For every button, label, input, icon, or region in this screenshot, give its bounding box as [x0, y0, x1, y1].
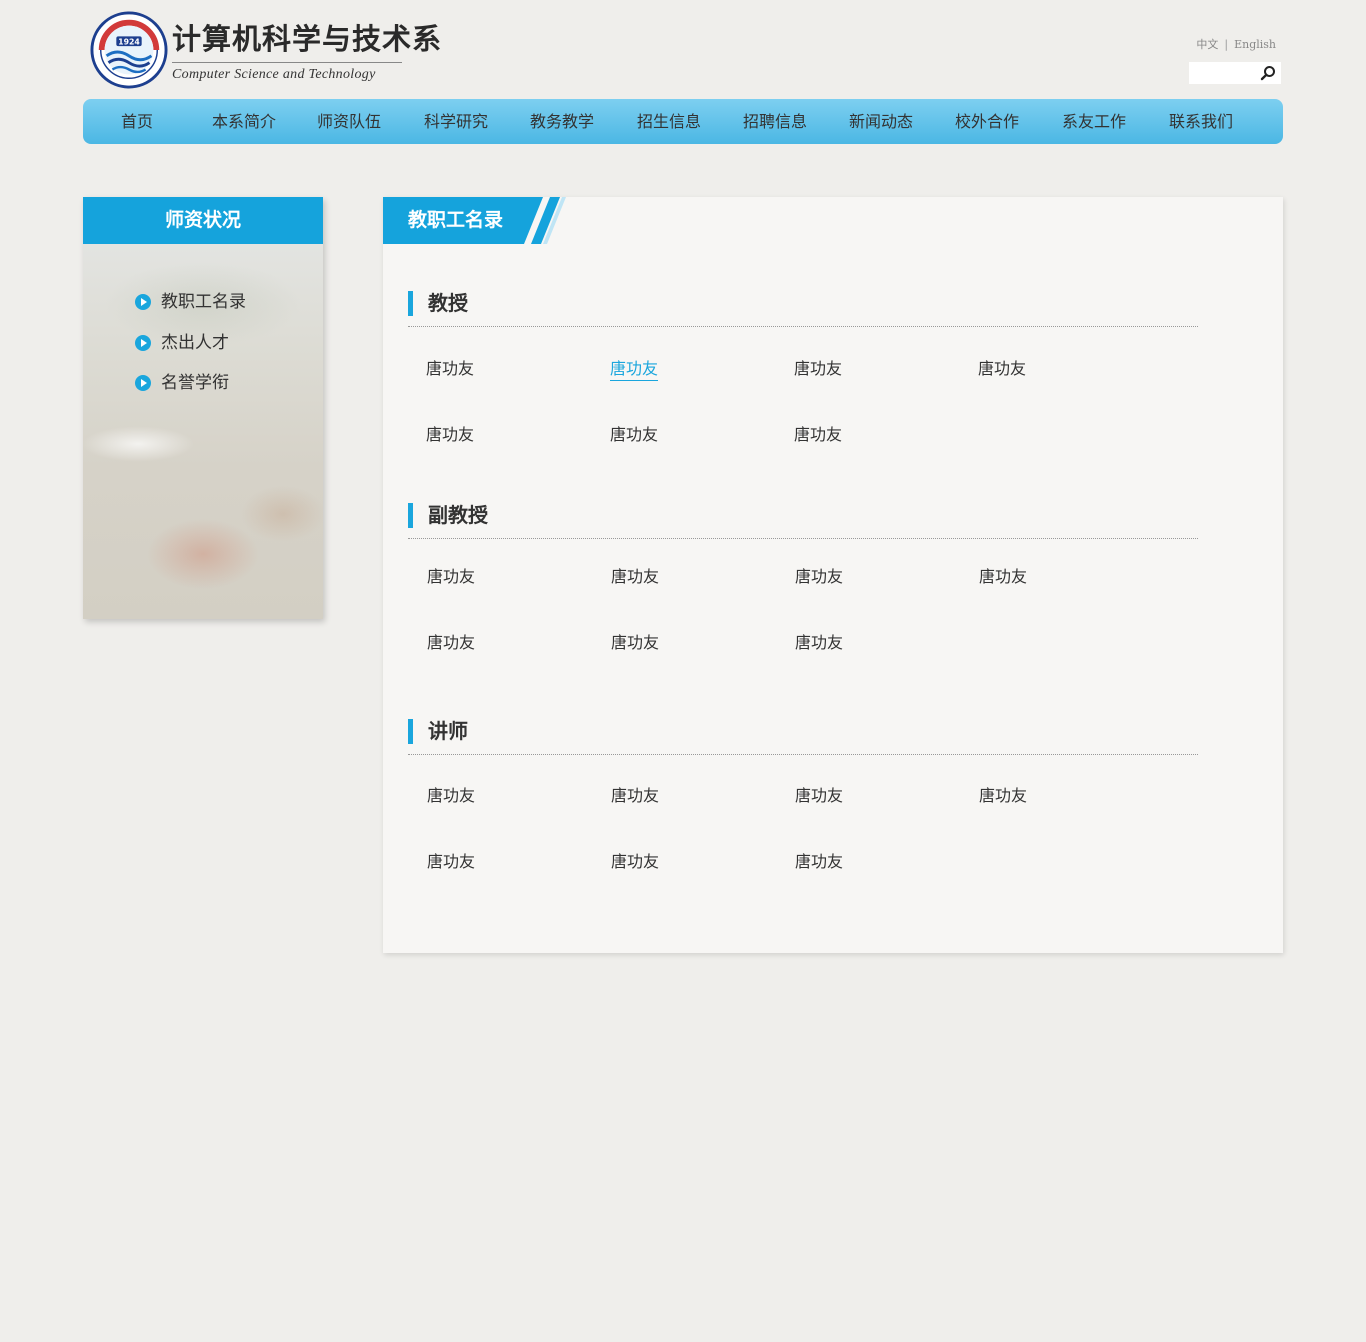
- section-professor: 教授 唐功友 唐功友 唐功友 唐功友 唐功友 唐功友 唐功友: [408, 291, 1198, 471]
- faculty-name-link[interactable]: 唐功友: [610, 424, 658, 446]
- search-box: [1189, 62, 1281, 85]
- faculty-name-link[interactable]: 唐功友: [427, 851, 475, 873]
- section-divider: [408, 326, 1198, 327]
- sidebar: 师资状况 教职工名录 杰出人才 名誉学衔: [83, 197, 323, 619]
- content-panel: 教职工名录 教授 唐功友 唐功友 唐功友 唐功友 唐功友 唐功友 唐功友 副教授…: [383, 197, 1283, 953]
- faculty-name-link[interactable]: 唐功友: [794, 358, 842, 380]
- faculty-name-link[interactable]: 唐功友: [611, 632, 659, 654]
- university-seal-icon: 1924: [90, 11, 168, 89]
- section-marker: [408, 719, 413, 744]
- language-switcher: 中文 | English: [1196, 36, 1276, 52]
- section-divider: [408, 538, 1198, 539]
- faculty-name-link[interactable]: 唐功友: [427, 785, 475, 807]
- faculty-name-link[interactable]: 唐功友: [795, 632, 843, 654]
- section-title: 讲师: [428, 719, 468, 743]
- content-tab: 教职工名录: [383, 197, 573, 244]
- sidebar-campus-image: 教职工名录 杰出人才 名誉学衔: [83, 244, 323, 619]
- lang-separator: |: [1224, 38, 1229, 51]
- nav-item-news[interactable]: 新闻动态: [849, 99, 913, 144]
- faculty-name-link[interactable]: 唐功友: [979, 785, 1027, 807]
- nav-item-cooperation[interactable]: 校外合作: [955, 99, 1019, 144]
- faculty-name-link[interactable]: 唐功友: [426, 424, 474, 446]
- search-icon[interactable]: [1259, 64, 1277, 82]
- main-nav: 首页 本系简介 师资队伍 科学研究 教务教学 招生信息 招聘信息 新闻动态 校外…: [83, 99, 1283, 144]
- play-bullet-icon: [135, 294, 151, 310]
- section-marker: [408, 291, 413, 316]
- site-logo[interactable]: 1924 计算机科学与技术系 Computer Science and Tech…: [90, 10, 441, 90]
- sidebar-item-label: 名誉学衔: [161, 373, 229, 393]
- faculty-name-link[interactable]: 唐功友: [427, 566, 475, 588]
- faculty-name-link[interactable]: 唐功友: [611, 566, 659, 588]
- play-bullet-icon: [135, 375, 151, 391]
- nav-item-research[interactable]: 科学研究: [424, 99, 488, 144]
- sidebar-item-label: 杰出人才: [161, 333, 229, 353]
- faculty-name-link[interactable]: 唐功友: [979, 566, 1027, 588]
- nav-item-admission[interactable]: 招生信息: [637, 99, 701, 144]
- faculty-name-link[interactable]: 唐功友: [611, 785, 659, 807]
- nav-item-alumni[interactable]: 系友工作: [1062, 99, 1126, 144]
- faculty-name-link[interactable]: 唐功友: [978, 358, 1026, 380]
- search-input[interactable]: [1189, 62, 1255, 85]
- nav-item-recruitment[interactable]: 招聘信息: [743, 99, 807, 144]
- logo-title-en: Computer Science and Technology: [172, 67, 376, 82]
- lang-cn-link[interactable]: 中文: [1196, 36, 1218, 52]
- faculty-name-link[interactable]: 唐功友: [795, 785, 843, 807]
- section-lecturer: 讲师 唐功友 唐功友 唐功友 唐功友 唐功友 唐功友 唐功友: [408, 719, 1198, 889]
- faculty-name-link[interactable]: 唐功友: [795, 566, 843, 588]
- logo-divider: [172, 62, 402, 63]
- faculty-name-link[interactable]: 唐功友: [610, 358, 659, 381]
- play-bullet-icon: [135, 335, 151, 351]
- nav-item-teaching[interactable]: 教务教学: [530, 99, 594, 144]
- section-marker: [408, 503, 413, 528]
- nav-item-about[interactable]: 本系简介: [212, 99, 276, 144]
- faculty-name-link[interactable]: 唐功友: [426, 358, 474, 380]
- content-tab-title: 教职工名录: [408, 209, 504, 231]
- nav-item-home[interactable]: 首页: [121, 99, 153, 144]
- faculty-name-link[interactable]: 唐功友: [795, 851, 843, 873]
- section-associate-professor: 副教授 唐功友 唐功友 唐功友 唐功友 唐功友 唐功友 唐功友: [408, 503, 1198, 673]
- faculty-name-link[interactable]: 唐功友: [611, 851, 659, 873]
- lang-en-link[interactable]: English: [1234, 38, 1276, 51]
- sidebar-title: 师资状况: [83, 197, 323, 244]
- section-divider: [408, 754, 1198, 755]
- sidebar-item-label: 教职工名录: [161, 292, 246, 312]
- logo-title-cn: 计算机科学与技术系: [172, 22, 443, 56]
- nav-item-faculty[interactable]: 师资队伍: [317, 99, 381, 144]
- faculty-name-link[interactable]: 唐功友: [794, 424, 842, 446]
- faculty-name-link[interactable]: 唐功友: [427, 632, 475, 654]
- section-title: 副教授: [428, 503, 488, 527]
- svg-text:1924: 1924: [118, 38, 140, 47]
- section-title: 教授: [428, 291, 468, 315]
- nav-item-contact[interactable]: 联系我们: [1169, 99, 1233, 144]
